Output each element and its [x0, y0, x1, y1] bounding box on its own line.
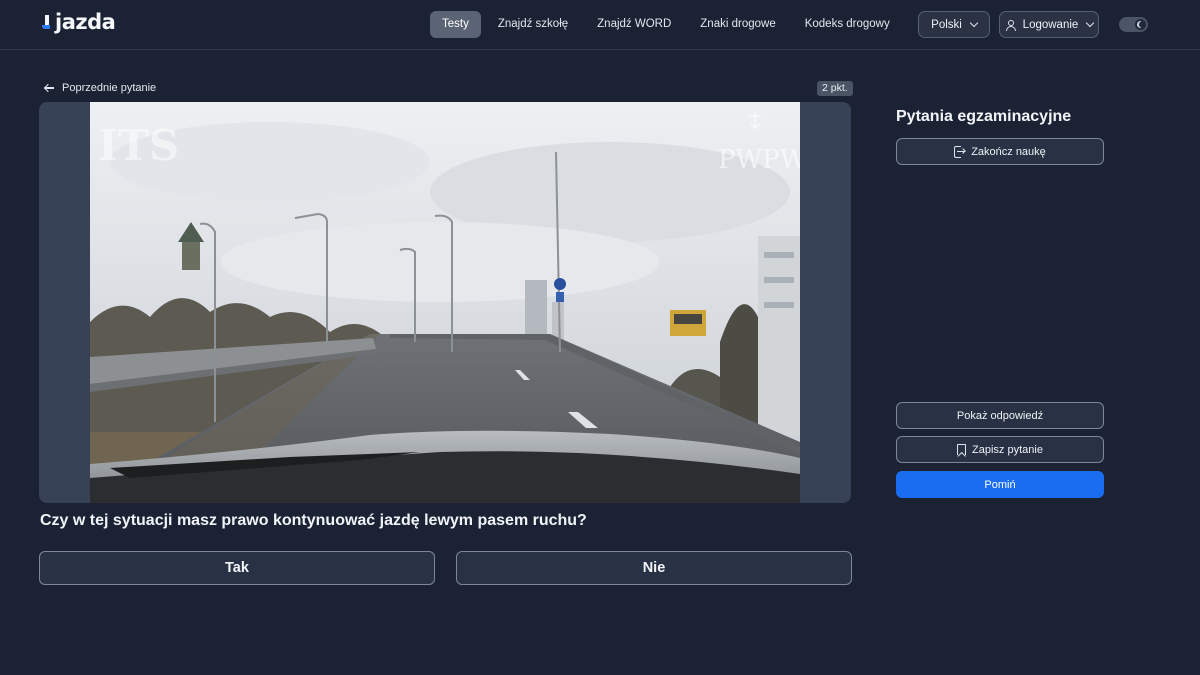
- end-learning-button[interactable]: Zakończ naukę: [896, 138, 1104, 165]
- moon-icon: [1139, 21, 1146, 28]
- save-question-label: Zapisz pytanie: [972, 443, 1043, 456]
- bookmark-icon: [957, 444, 967, 455]
- nav-item-znajdz-szkole[interactable]: Znajdź szkołę: [486, 11, 580, 38]
- show-answer-label: Pokaż odpowiedź: [956, 409, 1044, 422]
- main-nav: Testy Znajdź szkołę Znajdź WORD Znaki dr…: [430, 11, 959, 38]
- language-label: Polski: [931, 18, 962, 31]
- previous-question-label: Poprzednie pytanie: [62, 82, 157, 94]
- logo-text: jazda: [55, 10, 116, 34]
- previous-question-link[interactable]: Poprzednie pytanie: [44, 81, 156, 95]
- login-dropdown[interactable]: Logowanie: [999, 11, 1099, 38]
- question-text: Czy w tej sytuacji masz prawo kontynuowa…: [40, 512, 587, 529]
- skip-button[interactable]: Pomiń: [896, 471, 1104, 498]
- arrow-left-icon: [44, 83, 55, 93]
- sidebar-title: Pytania egzaminacyjne: [896, 108, 1072, 125]
- language-select[interactable]: Polski: [918, 11, 990, 38]
- answer-no-button[interactable]: Nie: [456, 551, 852, 585]
- exit-icon: [954, 146, 966, 158]
- theme-toggle[interactable]: [1119, 17, 1148, 32]
- chevron-down-icon: [1086, 18, 1095, 28]
- watermark-right-text: PWPW: [718, 145, 800, 175]
- jazda-logo[interactable]: jazda: [42, 10, 116, 34]
- skip-label: Pomiń: [984, 478, 1016, 491]
- question-media: ITS PWPW: [39, 102, 851, 503]
- points-badge: 2 pkt.: [817, 81, 853, 96]
- chevron-down-icon: [969, 18, 979, 28]
- nav-item-znaki-drogowe[interactable]: Znaki drogowe: [688, 11, 787, 38]
- nav-item-kodeks-drogowy[interactable]: Kodeks drogowy: [793, 11, 902, 38]
- save-question-button[interactable]: Zapisz pytanie: [896, 436, 1104, 463]
- road-scene-image: ITS PWPW: [90, 102, 800, 503]
- login-label: Logowanie: [1022, 18, 1079, 31]
- show-answer-button[interactable]: Pokaż odpowiedź: [896, 402, 1104, 429]
- top-navbar: jazda Testy Znajdź szkołę Znajdź WORD Zn…: [0, 0, 1200, 50]
- toggle-knob: [1135, 19, 1146, 30]
- end-learning-label: Zakończ naukę: [971, 145, 1046, 158]
- user-icon: [1005, 19, 1017, 31]
- nav-item-znajdz-word[interactable]: Znajdź WORD: [585, 11, 683, 38]
- nav-item-testy[interactable]: Testy: [430, 11, 481, 38]
- logo-mark-icon: [42, 15, 54, 29]
- watermark-left-text: ITS: [98, 121, 179, 170]
- answer-yes-button[interactable]: Tak: [39, 551, 435, 585]
